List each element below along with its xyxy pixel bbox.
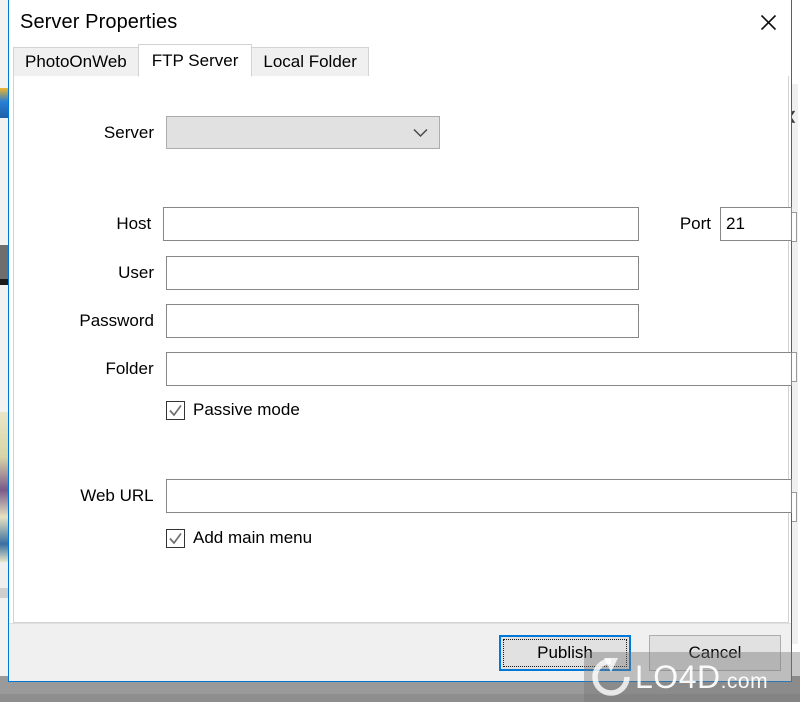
checkbox-box — [166, 400, 185, 420]
background-thumbnail-edge — [0, 588, 8, 598]
add-main-menu-label: Add main menu — [193, 528, 313, 547]
title-bar: Server Properties — [9, 0, 791, 45]
host-label: Host — [116, 214, 152, 233]
checkbox-box — [166, 528, 185, 548]
ftp-settings-form: Server Host Port User — [14, 76, 792, 622]
close-icon — [760, 14, 776, 30]
publish-button-label: Publish — [537, 642, 593, 662]
dialog-footer: Publish Cancel — [9, 623, 791, 681]
background-bottom-bar-shadow — [0, 694, 800, 702]
passive-mode-label: Passive mode — [193, 400, 300, 419]
close-button[interactable] — [745, 0, 791, 44]
cancel-button-label: Cancel — [688, 642, 742, 662]
screenshot-root: ❮ Server Properties PhotoOnWeb FTP Serve… — [0, 0, 800, 702]
background-thumbnail-dark — [0, 279, 8, 285]
password-row: Password — [14, 304, 654, 338]
background-thumbnail-blue — [0, 88, 8, 118]
host-row: Host Port — [14, 207, 792, 241]
folder-label: Folder — [105, 359, 154, 378]
server-label: Server — [103, 122, 154, 142]
host-input[interactable] — [163, 207, 640, 241]
port-label: Port — [679, 214, 711, 233]
web-url-input[interactable] — [165, 479, 792, 513]
chevron-down-icon — [413, 128, 428, 137]
server-select[interactable] — [166, 116, 440, 149]
background-thumbnail-cream — [0, 412, 8, 562]
background-thumbnail-gray — [0, 245, 8, 279]
page-title: Server Properties — [20, 11, 178, 33]
password-label: Password — [79, 311, 154, 330]
tab-label: FTP Server — [151, 50, 239, 70]
tab-photoonweb[interactable]: PhotoOnWeb — [13, 47, 139, 76]
publish-button[interactable]: Publish — [499, 634, 631, 671]
user-row: User — [14, 256, 654, 290]
tab-label: Local Folder — [263, 52, 357, 71]
add-main-menu-checkbox[interactable]: Add main menu — [166, 528, 312, 548]
tab-label: PhotoOnWeb — [25, 52, 127, 71]
check-icon — [169, 532, 182, 544]
folder-row: Folder — [14, 352, 792, 386]
user-label: User — [118, 263, 154, 282]
user-input[interactable] — [166, 256, 639, 290]
passive-mode-checkbox[interactable]: Passive mode — [166, 400, 300, 420]
port-input[interactable] — [720, 207, 792, 241]
tab-local-folder[interactable]: Local Folder — [251, 47, 369, 76]
check-icon — [169, 404, 182, 416]
web-url-row: Web URL — [14, 479, 792, 513]
tab-panel-ftp-server: Server Host Port User — [13, 75, 792, 623]
server-properties-dialog: Server Properties PhotoOnWeb FTP Server … — [8, 0, 792, 682]
tab-strip: PhotoOnWeb FTP Server Local Folder — [9, 44, 791, 77]
web-url-label: Web URL — [80, 486, 154, 505]
tab-ftp-server[interactable]: FTP Server — [137, 44, 253, 77]
background-thumbnail-light — [0, 562, 8, 588]
server-row: Server — [14, 116, 444, 149]
folder-input[interactable] — [165, 352, 792, 386]
cancel-button[interactable]: Cancel — [649, 634, 781, 671]
password-input[interactable] — [166, 304, 639, 338]
